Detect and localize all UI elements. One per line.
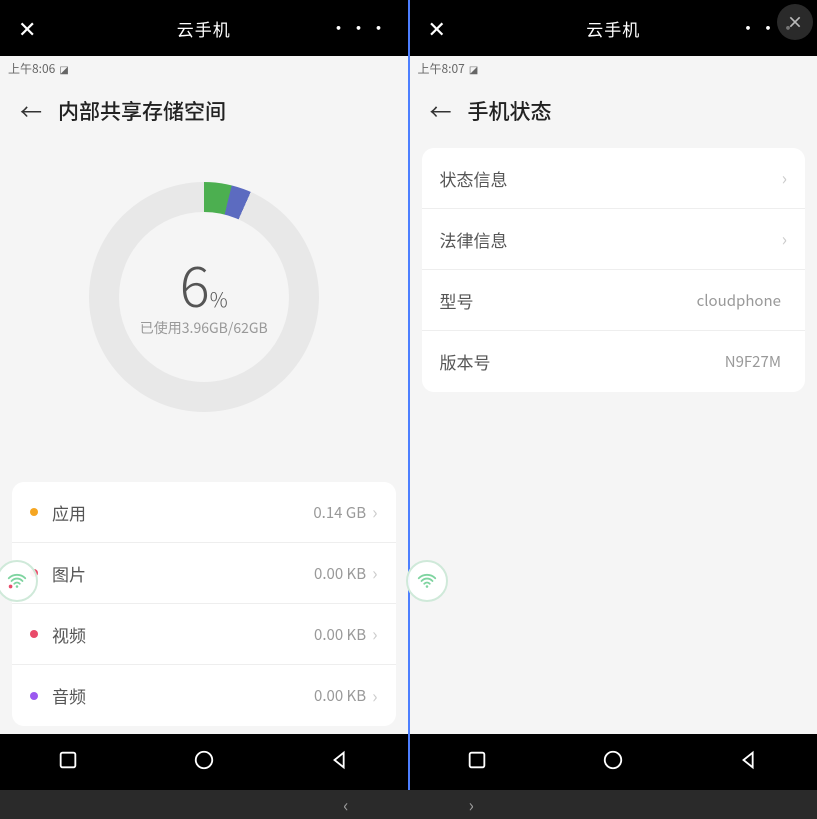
row-label: 法律信息 (440, 227, 508, 252)
page-header: ← 内部共享存储空间 (0, 80, 408, 142)
page-header: ← 手机状态 (410, 80, 817, 142)
back-button[interactable] (329, 749, 351, 776)
home-button[interactable] (193, 749, 215, 776)
row-value: N9F27M (725, 351, 781, 372)
back-arrow-icon[interactable]: ← (430, 95, 452, 127)
chevron-right-icon: › (782, 165, 787, 191)
home-button[interactable] (602, 749, 624, 776)
status-bar: 上午8:06 ◪ (0, 56, 408, 80)
status-bar: 上午8:07 ◪ (410, 56, 817, 80)
wifi-floating-button[interactable] (406, 560, 448, 602)
category-label: 视频 (52, 622, 86, 647)
back-arrow-icon[interactable]: ← (20, 95, 42, 127)
row-legal-info[interactable]: 法律信息 › (422, 209, 806, 270)
status-time: 上午8:06 (8, 60, 55, 77)
phone-right: ✕ 云手机 ••• 上午8:07 ◪ ← 手机状态 状态信息 › 法律信息 › (410, 0, 817, 790)
category-label: 图片 (52, 561, 86, 586)
android-navbar (0, 734, 408, 790)
phone-status-list: 状态信息 › 法律信息 › 型号 cloudphone 版本号 N9F27M (422, 148, 806, 392)
chevron-right-icon: › (782, 226, 787, 252)
android-navbar (410, 734, 817, 790)
storage-categories: 应用 0.14 GB › 图片 0.00 KB › 视频 0.00 KB › 音… (12, 482, 396, 726)
recent-apps-button[interactable] (57, 749, 79, 776)
app-topbar: ✕ 云手机 ••• (410, 0, 817, 56)
storage-subtitle: 已使用3.96GB/62GB (140, 318, 268, 338)
mute-icon: ◪ (59, 61, 68, 76)
category-label: 应用 (52, 500, 86, 525)
status-time: 上午8:07 (418, 60, 465, 77)
recent-apps-button[interactable] (466, 749, 488, 776)
category-value: 0.14 GB (313, 502, 366, 523)
row-label: 版本号 (440, 349, 491, 374)
category-value: 0.00 KB (314, 685, 366, 706)
category-dot (30, 508, 38, 516)
app-topbar: ✕ 云手机 ••• (0, 0, 408, 56)
viewer-prev-button[interactable]: ‹ (343, 792, 348, 818)
category-row-apps[interactable]: 应用 0.14 GB › (12, 482, 396, 543)
mute-icon: ◪ (469, 61, 478, 76)
chevron-right-icon: › (372, 621, 377, 647)
app-title: 云手机 (410, 16, 817, 41)
category-row-images[interactable]: 图片 0.00 KB › (12, 543, 396, 604)
chevron-right-icon: › (372, 683, 377, 709)
row-model[interactable]: 型号 cloudphone (422, 270, 806, 331)
page-title: 内部共享存储空间 (58, 96, 226, 126)
category-dot (30, 692, 38, 700)
viewer-bottom-nav: ‹ › (0, 790, 817, 819)
category-row-video[interactable]: 视频 0.00 KB › (12, 604, 396, 665)
row-label: 型号 (440, 288, 474, 313)
chevron-right-icon: › (372, 560, 377, 586)
viewer-next-button[interactable]: › (469, 792, 474, 818)
category-row-audio[interactable]: 音频 0.00 KB › (12, 665, 396, 726)
storage-percent: 6% (180, 256, 228, 312)
phone-left: ✕ 云手机 ••• 上午8:06 ◪ ← 内部共享存储空间 6% 已使用3.96… (0, 0, 410, 790)
chevron-right-icon: › (372, 499, 377, 525)
row-status-info[interactable]: 状态信息 › (422, 148, 806, 209)
storage-donut: 6% 已使用3.96GB/62GB (0, 142, 408, 452)
category-value: 0.00 KB (314, 624, 366, 645)
category-label: 音频 (52, 683, 86, 708)
back-button[interactable] (738, 749, 760, 776)
app-title: 云手机 (0, 16, 408, 41)
row-build-number[interactable]: 版本号 N9F27M (422, 331, 806, 392)
overlay-close-button[interactable] (777, 4, 813, 40)
row-label: 状态信息 (440, 166, 508, 191)
row-value: cloudphone (697, 290, 781, 311)
category-value: 0.00 KB (314, 563, 366, 584)
page-title: 手机状态 (468, 96, 552, 126)
category-dot (30, 630, 38, 638)
